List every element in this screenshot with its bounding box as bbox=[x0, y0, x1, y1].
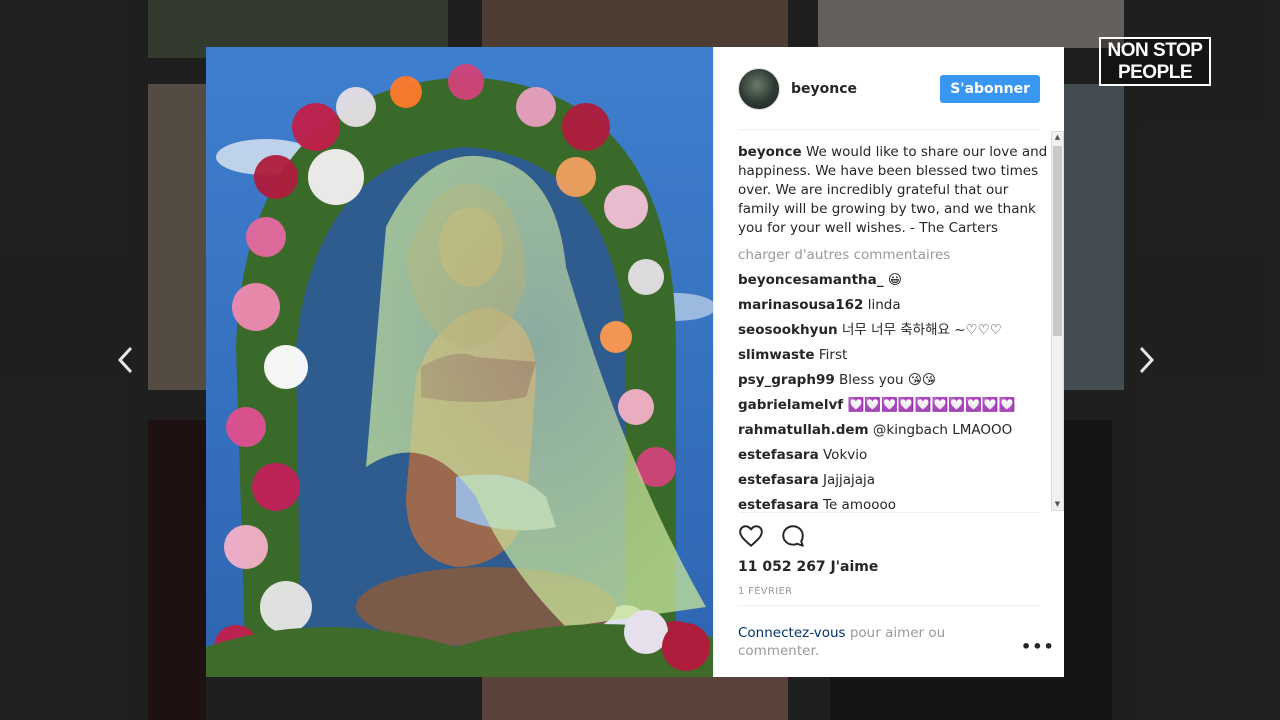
scrollbar-thumb[interactable] bbox=[1053, 146, 1062, 336]
comment-item: seosookhyun 너무 너무 축하해요 ~♡♡♡ bbox=[738, 321, 1050, 340]
comment-text: Te amoooo bbox=[823, 497, 897, 513]
post-photo-illustration bbox=[206, 47, 713, 677]
nonstop-people-logo: NON STOP PEOPLE bbox=[1099, 37, 1211, 86]
caption-username[interactable]: beyonce bbox=[738, 144, 802, 160]
comment-text: @kingbach LMAOOO bbox=[872, 422, 1013, 438]
comment-item: estefasara Te amoooo bbox=[738, 496, 1050, 513]
next-post-button[interactable] bbox=[1130, 345, 1162, 381]
follow-button[interactable]: S'abonner bbox=[940, 75, 1040, 103]
header-divider bbox=[738, 129, 1040, 130]
likes-count[interactable]: 11 052 267 J'aime bbox=[738, 559, 878, 575]
scroll-up-arrow-icon[interactable]: ▲ bbox=[1052, 132, 1063, 143]
comments-list[interactable]: beyonce We would like to share our love … bbox=[738, 143, 1050, 513]
logo-line-2: PEOPLE bbox=[1117, 62, 1193, 83]
comment-text: First bbox=[818, 347, 848, 363]
comment-username[interactable]: rahmatullah.dem bbox=[738, 422, 869, 438]
heart-icon bbox=[739, 525, 763, 547]
comment-username[interactable]: slimwaste bbox=[738, 347, 815, 363]
comment-username[interactable]: estefasara bbox=[738, 497, 819, 513]
comment-username[interactable]: seosookhyun bbox=[738, 322, 838, 338]
comments-scrollbar[interactable]: ▲ ▼ bbox=[1051, 131, 1064, 511]
comment-item: estefasara Jajjajaja bbox=[738, 471, 1050, 490]
load-more-comments-link[interactable]: charger d'autres commentaires bbox=[738, 246, 1050, 265]
post-details-panel: beyonce S'abonner beyonce We would like … bbox=[713, 47, 1064, 677]
prev-post-button[interactable] bbox=[110, 345, 142, 381]
login-prompt: Connectez-vous pour aimer ou commenter. bbox=[738, 624, 978, 660]
comment-username[interactable]: gabrielamelvf bbox=[738, 397, 843, 413]
comment-text: linda bbox=[867, 297, 901, 313]
comment-item: beyoncesamantha_ 😀 bbox=[738, 271, 1050, 290]
login-link[interactable]: Connectez-vous bbox=[738, 625, 846, 641]
post-caption: beyonce We would like to share our love … bbox=[738, 143, 1050, 238]
post-date: 1 FÉVRIER bbox=[738, 586, 793, 597]
footer-divider bbox=[738, 605, 1040, 606]
comment-text: Jajjajaja bbox=[823, 472, 876, 488]
comment-item: estefasara Vokvio bbox=[738, 446, 1050, 465]
post-modal: beyonce S'abonner beyonce We would like … bbox=[206, 47, 1064, 677]
scroll-down-arrow-icon[interactable]: ▼ bbox=[1052, 499, 1063, 510]
chevron-left-icon bbox=[117, 346, 133, 374]
comment-username[interactable]: marinasousa162 bbox=[738, 297, 863, 313]
more-dots-icon[interactable]: ••• bbox=[1021, 637, 1055, 656]
comment-text: 너무 너무 축하해요 ~♡♡♡ bbox=[841, 322, 1002, 338]
chevron-right-icon bbox=[1139, 346, 1155, 374]
comment-username[interactable]: beyoncesamantha_ bbox=[738, 272, 884, 288]
comment-text: Vokvio bbox=[823, 447, 868, 463]
post-actions bbox=[738, 523, 806, 553]
like-button[interactable] bbox=[738, 523, 764, 553]
comment-username[interactable]: psy_graph99 bbox=[738, 372, 835, 388]
comment-bubble-icon bbox=[782, 525, 804, 547]
comment-text: 😀 bbox=[887, 272, 902, 288]
comments-divider bbox=[738, 512, 1040, 513]
comment-item: marinasousa162 linda bbox=[738, 296, 1050, 315]
post-header: beyonce S'abonner bbox=[738, 67, 1040, 111]
comment-item: psy_graph99 Bless you 😘😘 bbox=[738, 371, 1050, 390]
comment-text: Bless you 😘😘 bbox=[839, 372, 936, 388]
comment-username[interactable]: estefasara bbox=[738, 472, 819, 488]
comment-button[interactable] bbox=[780, 523, 806, 553]
header-username[interactable]: beyonce bbox=[791, 81, 857, 97]
logo-line-1: NON STOP bbox=[1107, 40, 1203, 61]
avatar[interactable] bbox=[738, 68, 780, 110]
comment-username[interactable]: estefasara bbox=[738, 447, 819, 463]
comment-text: 💟💟💟💟💟💟💟💟💟💟 bbox=[847, 397, 1016, 413]
comment-item: rahmatullah.dem @kingbach LMAOOO bbox=[738, 421, 1050, 440]
comment-item: slimwaste First bbox=[738, 346, 1050, 365]
comment-item: gabrielamelvf 💟💟💟💟💟💟💟💟💟💟 bbox=[738, 396, 1050, 415]
post-photo[interactable] bbox=[206, 47, 713, 677]
